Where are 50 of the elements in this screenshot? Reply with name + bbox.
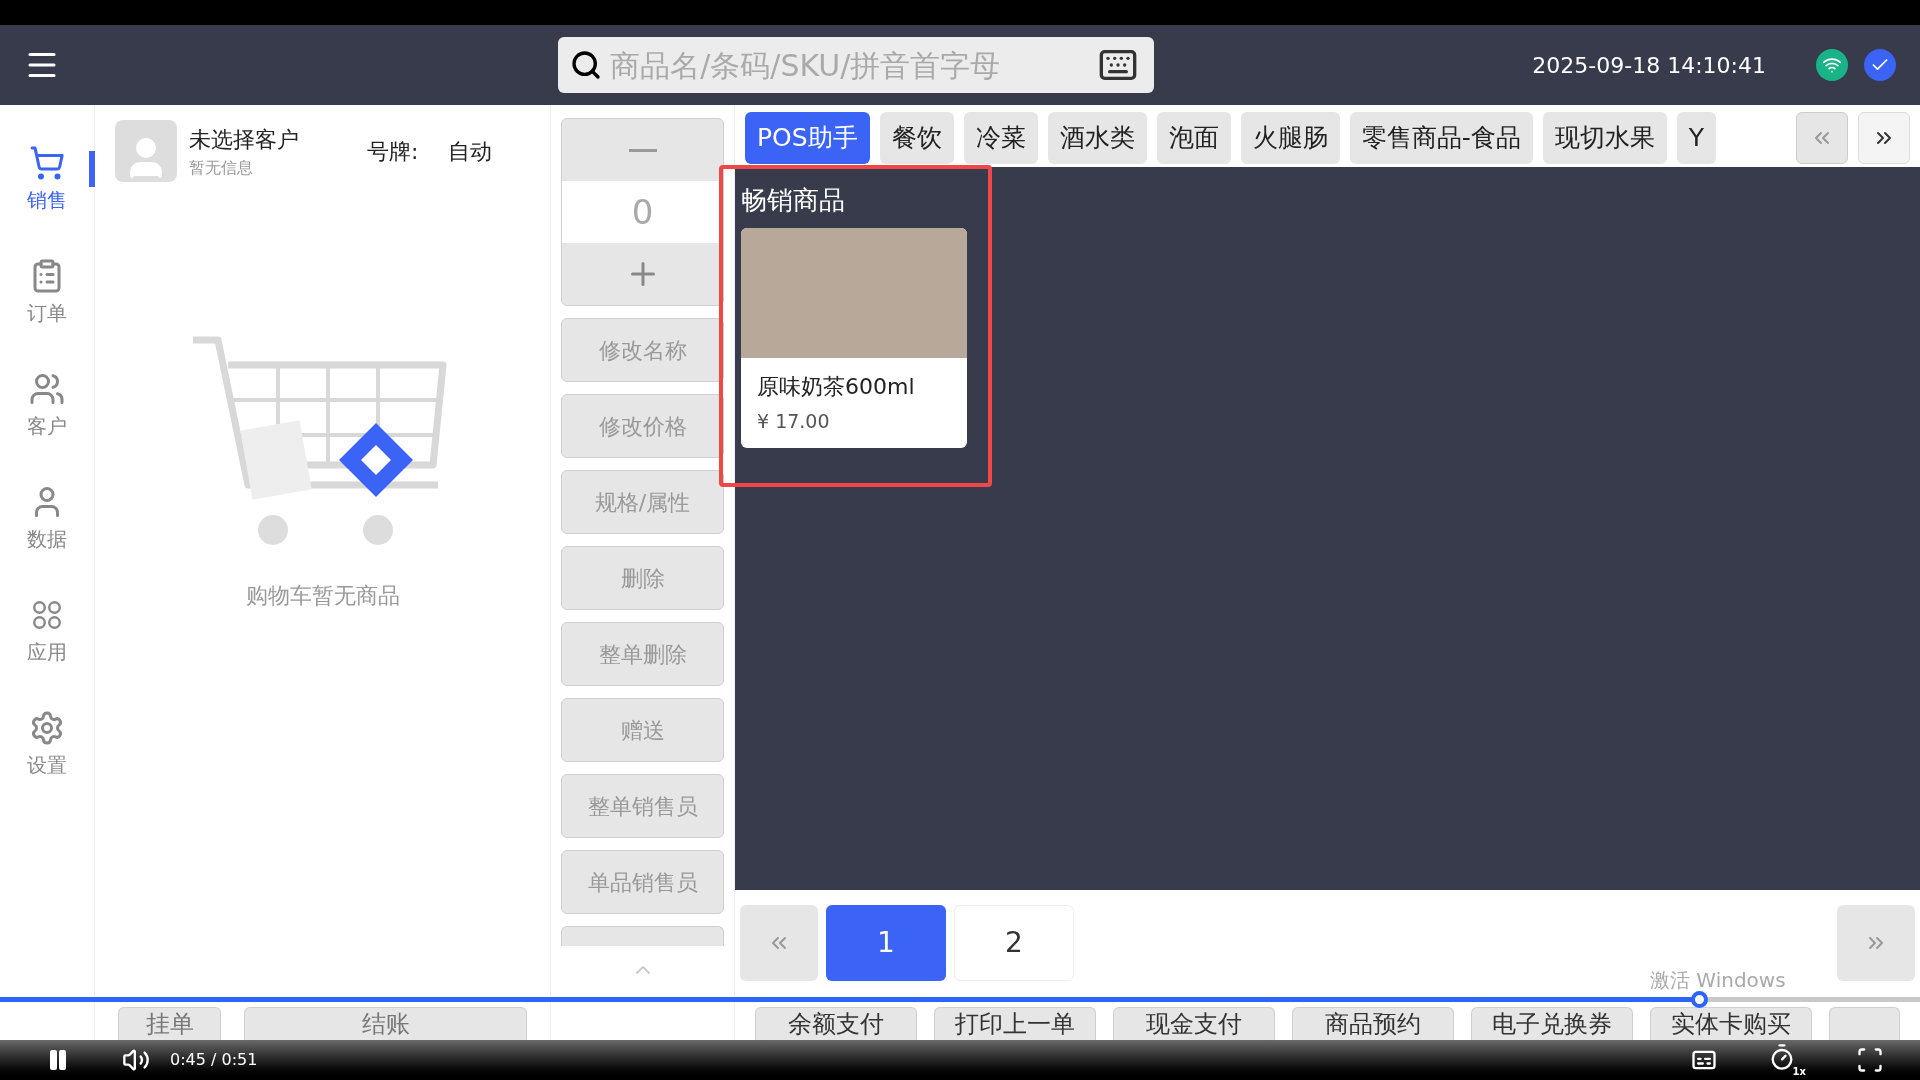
customer-name[interactable]: 未选择客户 bbox=[189, 122, 359, 156]
payment-button[interactable]: 实体卡购买 bbox=[1650, 1007, 1812, 1040]
nav-label[interactable]: 应用 bbox=[27, 636, 67, 667]
nav-label[interactable]: 数据 bbox=[27, 523, 67, 554]
wifi-status-icon bbox=[1816, 49, 1848, 81]
minus-icon bbox=[628, 148, 657, 152]
category-tab[interactable]: 酒水类 bbox=[1047, 112, 1147, 164]
category-tab[interactable]: 餐饮 bbox=[879, 112, 954, 164]
customer-info: 暂无信息 bbox=[189, 156, 254, 179]
settings-icon bbox=[29, 709, 65, 746]
search-field[interactable]: 商品名/条码/SKU/拼音首字母 bbox=[558, 37, 1155, 93]
active-nav-indicator bbox=[89, 151, 95, 187]
empty-cart-text: 购物车暂无商品 bbox=[245, 582, 400, 610]
nav-label[interactable]: 订单 bbox=[27, 297, 67, 328]
product-card[interactable]: 原味奶茶600ml ¥ 17.00 bbox=[741, 228, 967, 448]
payment-button[interactable]: 电子兑换券 bbox=[1471, 1007, 1633, 1040]
payment-button[interactable]: 商品预约 bbox=[1292, 1007, 1454, 1040]
category-tab[interactable]: 火腿肠 bbox=[1240, 112, 1340, 164]
avatar-icon bbox=[115, 120, 177, 182]
category-tab[interactable]: 泡面 bbox=[1156, 112, 1231, 164]
product-price: ¥ 17.00 bbox=[757, 409, 831, 434]
fullscreen-icon[interactable] bbox=[1856, 1046, 1884, 1074]
payment-button[interactable]: 打印上一单 bbox=[934, 1007, 1096, 1040]
category-tab[interactable]: 冷菜 bbox=[963, 112, 1038, 164]
product-name: 原味奶茶600ml bbox=[757, 373, 916, 401]
checkout-button[interactable]: 挂单 bbox=[118, 1007, 222, 1040]
speed-control[interactable]: 1x bbox=[1768, 1043, 1806, 1077]
payment-button[interactable]: 现金支付 bbox=[1113, 1007, 1275, 1040]
progress-thumb[interactable] bbox=[1691, 991, 1709, 1008]
cart-icon bbox=[29, 144, 65, 181]
windows-activation-notice: 激活 Windows bbox=[1650, 967, 1786, 994]
category-tab[interactable]: Y bbox=[1676, 112, 1716, 164]
checkout-button[interactable]: 结账 bbox=[244, 1007, 527, 1040]
page-button[interactable]: 2 bbox=[954, 905, 1074, 981]
search-icon bbox=[570, 49, 603, 81]
page-button[interactable]: 1 bbox=[826, 905, 946, 981]
category-tab[interactable]: 零售商品-食品 bbox=[1349, 112, 1533, 164]
section-title: 畅销商品 bbox=[741, 184, 846, 217]
payment-button[interactable]: 余额支付 bbox=[755, 1007, 917, 1040]
scroll-right-button[interactable] bbox=[1858, 112, 1910, 164]
nav-label[interactable]: 设置 bbox=[27, 749, 67, 780]
playback-time: 0:45 / 0:51 bbox=[170, 1049, 258, 1071]
datetime-text: 2025-09-18 14:10:41 bbox=[1532, 51, 1766, 80]
plate-label: 号牌: bbox=[367, 137, 419, 166]
app-badge-icon[interactable] bbox=[1864, 49, 1896, 81]
category-tab[interactable]: 现切水果 bbox=[1542, 112, 1667, 164]
category-tab[interactable]: POS助手 bbox=[745, 112, 870, 164]
nav-label[interactable]: 客户 bbox=[27, 410, 67, 441]
plate-value[interactable]: 自动 bbox=[448, 134, 493, 168]
nav-label[interactable]: 销售 bbox=[27, 184, 67, 215]
